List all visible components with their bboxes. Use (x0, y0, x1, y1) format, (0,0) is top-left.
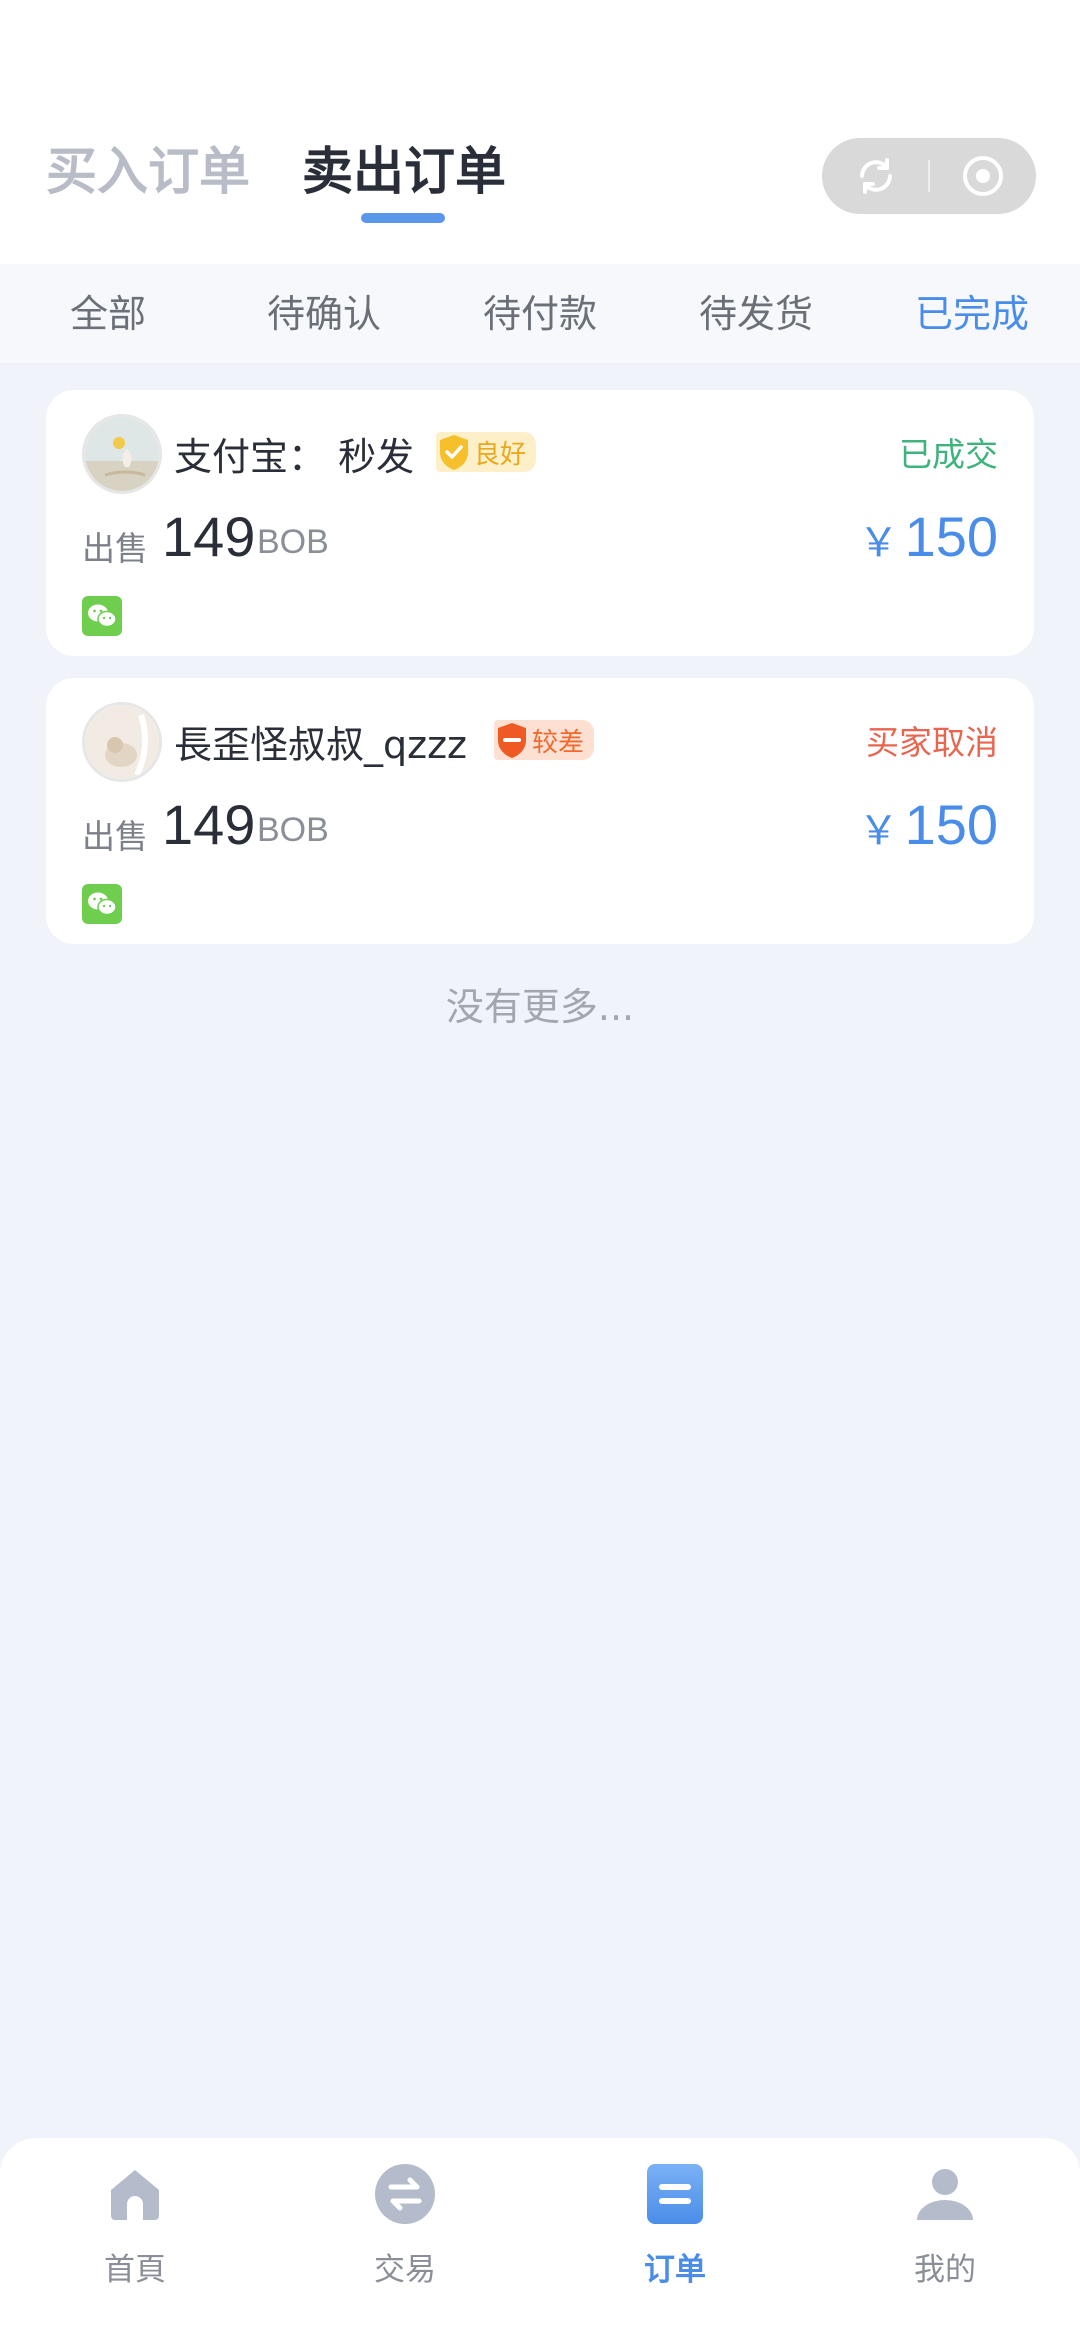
nav-label: 首頁 (104, 2252, 166, 2288)
exchange-icon (375, 2164, 435, 2224)
price-value: 150 (904, 505, 998, 568)
nav-trade[interactable]: 交易 (270, 2138, 540, 2340)
order-card[interactable]: 長歪怪叔叔_qzzz 较差 买家取消 出售 149 BOB ￥ 150 (46, 678, 1034, 944)
order-amount: 149 (162, 793, 256, 856)
home-icon (111, 2170, 159, 2220)
miniprogram-capsule (822, 138, 1036, 214)
reputation-badge: 较差 (494, 720, 595, 760)
filter-all[interactable]: 全部 (28, 264, 188, 364)
nav-label: 我的 (914, 2252, 976, 2288)
order-card[interactable]: 支付宝： 秒发 良好 已成交 出售 149 BOB ￥ 150 (46, 390, 1034, 656)
order-unit: BOB (257, 523, 329, 561)
page-header: 买入订单 卖出订单 (0, 0, 1080, 264)
order-unit: BOB (257, 811, 329, 849)
currency-symbol: ￥ (858, 521, 899, 565)
reputation-label: 良好 (474, 439, 527, 470)
shield-check-icon (440, 435, 468, 470)
nav-label: 交易 (374, 2252, 436, 2288)
filter-pending-confirm[interactable]: 待确认 (244, 264, 404, 364)
seller-nickname: 支付宝： 秒发 (174, 435, 415, 479)
order-icon (647, 2164, 703, 2224)
filter-pending-payment[interactable]: 待付款 (460, 264, 620, 364)
shield-minus-icon (498, 723, 526, 758)
seller-nickname: 長歪怪叔叔_qzzz (174, 723, 467, 767)
order-status: 已成交 (899, 435, 998, 474)
refresh-icon[interactable] (822, 138, 929, 214)
wechat-icon (82, 884, 122, 924)
tab-buy-orders[interactable]: 买入订单 (46, 130, 250, 204)
order-type-label: 出售 (82, 817, 148, 856)
order-price: ￥ 150 (859, 504, 998, 569)
record-icon[interactable] (929, 138, 1036, 214)
avatar (82, 702, 162, 782)
user-icon (917, 2169, 973, 2220)
status-filter-bar: 全部 待确认 待付款 待发货 已完成 (0, 264, 1080, 364)
nav-profile[interactable]: 我的 (810, 2138, 1080, 2340)
reputation-label: 较差 (532, 727, 585, 758)
active-tab-indicator (361, 213, 445, 223)
order-status: 买家取消 (866, 723, 998, 762)
filter-pending-shipment[interactable]: 待发货 (676, 264, 836, 364)
nav-label: 订单 (644, 2252, 706, 2288)
nav-orders[interactable]: 订单 (540, 2138, 810, 2340)
tab-sell-orders[interactable]: 卖出订单 (302, 130, 506, 204)
order-amount: 149 (162, 505, 256, 568)
price-value: 150 (904, 793, 998, 856)
filter-completed[interactable]: 已完成 (892, 264, 1052, 364)
currency-symbol: ￥ (858, 809, 899, 853)
bottom-nav: 首頁 交易 订单 我的 (0, 2138, 1080, 2340)
avatar (82, 414, 162, 494)
list-end-text: 没有更多... (445, 985, 635, 1029)
nav-home[interactable]: 首頁 (0, 2138, 270, 2340)
wechat-icon (82, 596, 122, 636)
order-type-label: 出售 (82, 529, 148, 568)
reputation-badge: 良好 (436, 432, 537, 472)
order-price: ￥ 150 (859, 792, 998, 857)
